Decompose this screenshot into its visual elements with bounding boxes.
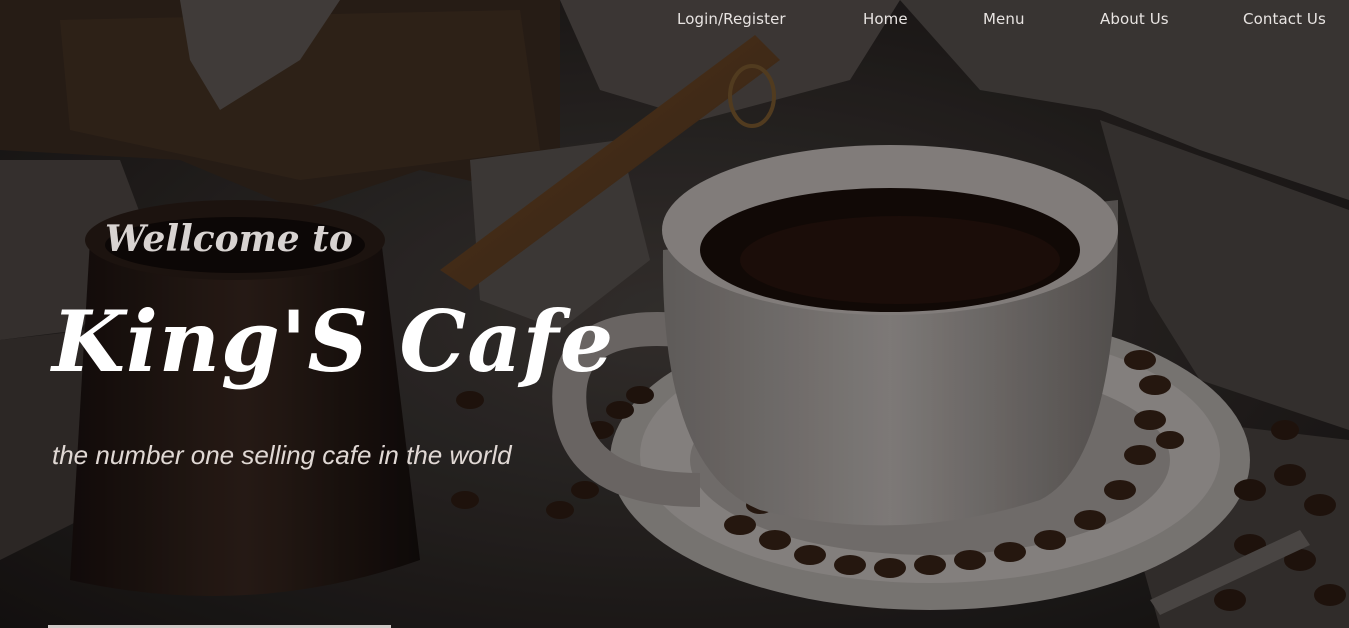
nav-home[interactable]: Home — [863, 10, 908, 28]
nav-about-us[interactable]: About Us — [1100, 10, 1169, 28]
tagline: the number one selling cafe in the world — [52, 440, 512, 470]
nav-menu[interactable]: Menu — [983, 10, 1025, 28]
hero-section: Login/Register Home Menu About Us Contac… — [0, 0, 1349, 628]
welcome-heading: Wellcome to — [105, 218, 353, 260]
nav-login-register[interactable]: Login/Register — [677, 10, 786, 28]
cafe-title: King'S Cafe — [52, 292, 615, 391]
nav-contact-us[interactable]: Contact Us — [1243, 10, 1326, 28]
